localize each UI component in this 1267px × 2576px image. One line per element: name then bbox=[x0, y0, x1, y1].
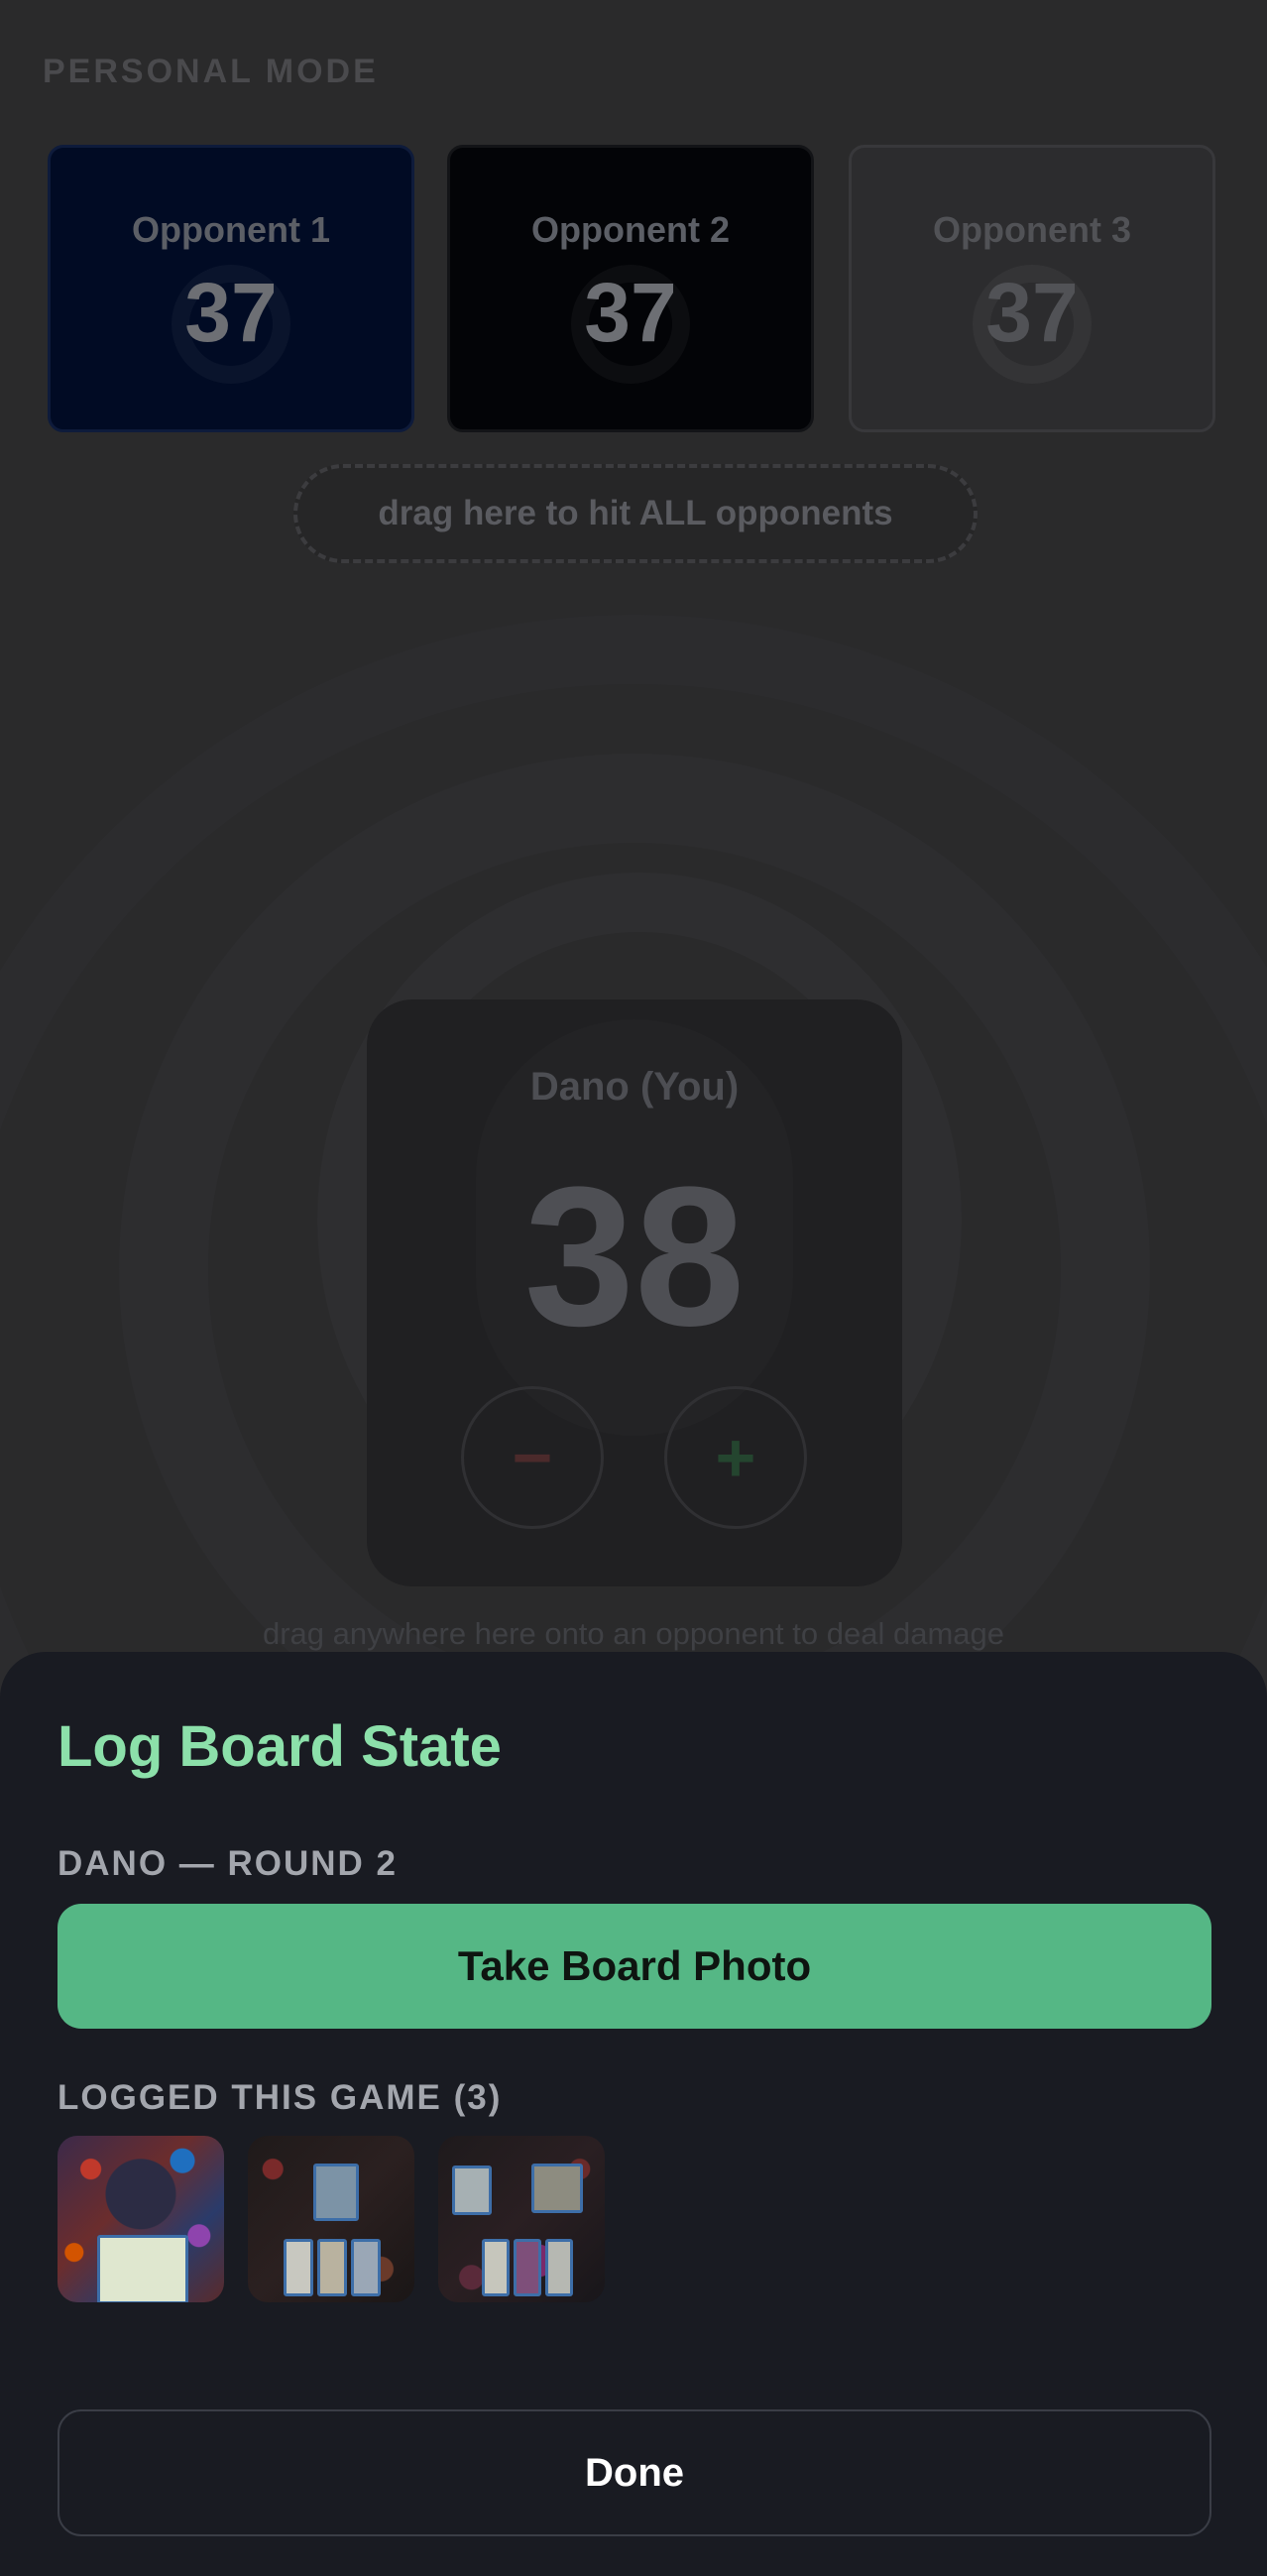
opponent-name: Opponent 2 bbox=[531, 209, 730, 250]
player-life: 38 bbox=[523, 1146, 746, 1367]
log-board-state-sheet: Log Board State DANO — ROUND 2 Take Boar… bbox=[0, 1652, 1267, 2576]
app-screen: PERSONAL MODE Opponent 1 37 Opponent 2 3… bbox=[0, 0, 1267, 2576]
opponent-card-2[interactable]: Opponent 2 37 bbox=[447, 145, 814, 432]
done-button[interactable]: Done bbox=[58, 2409, 1211, 2536]
photo-card-shape bbox=[313, 2164, 359, 2221]
drag-hint: drag anywhere here onto an opponent to d… bbox=[262, 1616, 1004, 1651]
logged-count-label: LOGGED THIS GAME (3) bbox=[58, 2078, 503, 2117]
hit-all-drop-zone[interactable]: drag here to hit ALL opponents bbox=[293, 464, 978, 563]
decrease-life-button[interactable]: − bbox=[461, 1386, 604, 1529]
sheet-title: Log Board State bbox=[58, 1714, 502, 1779]
photo-card-shape bbox=[545, 2239, 573, 2296]
photo-thumbnail[interactable] bbox=[58, 2136, 224, 2302]
opponent-name: Opponent 3 bbox=[933, 209, 1131, 250]
increase-life-button[interactable]: + bbox=[664, 1386, 807, 1529]
opponent-life: 37 bbox=[184, 266, 278, 359]
opponent-life: 37 bbox=[584, 266, 677, 359]
take-board-photo-button[interactable]: Take Board Photo bbox=[58, 1904, 1211, 2029]
round-label: DANO — ROUND 2 bbox=[58, 1844, 399, 1883]
photo-card-shape bbox=[317, 2239, 347, 2296]
photo-thumbnail-list bbox=[58, 2136, 605, 2302]
mode-label: PERSONAL MODE bbox=[43, 53, 379, 90]
player-name: Dano (You) bbox=[529, 1065, 740, 1109]
photo-card-shape bbox=[351, 2239, 381, 2296]
photo-card-shape bbox=[97, 2235, 188, 2302]
photo-thumbnail[interactable] bbox=[248, 2136, 414, 2302]
photo-card-shape bbox=[482, 2239, 510, 2296]
player-card[interactable]: Dano (You) 38 − + bbox=[367, 999, 902, 1586]
photo-card-shape bbox=[514, 2239, 541, 2296]
opponent-name: Opponent 1 bbox=[132, 209, 330, 250]
photo-thumbnail[interactable] bbox=[438, 2136, 605, 2302]
photo-card-shape bbox=[531, 2164, 583, 2213]
opponent-card-3[interactable]: Opponent 3 37 bbox=[849, 145, 1215, 432]
photo-card-shape bbox=[452, 2166, 492, 2215]
photo-card-shape bbox=[284, 2239, 313, 2296]
opponent-card-1[interactable]: Opponent 1 37 bbox=[48, 145, 414, 432]
opponent-life: 37 bbox=[985, 266, 1079, 359]
